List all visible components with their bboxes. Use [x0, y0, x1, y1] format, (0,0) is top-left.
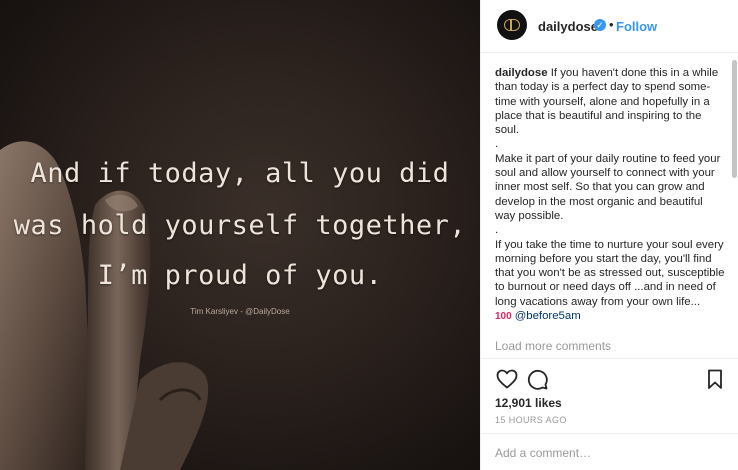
bookmark-icon[interactable]: [703, 367, 727, 391]
caption-separator: .: [495, 138, 499, 151]
caption-separator: .: [495, 224, 499, 237]
hundred-emoji-icon: 100: [495, 311, 512, 323]
logo-icon: [504, 19, 520, 31]
caption: dailydose If you haven't done this in a …: [495, 66, 725, 346]
divider: [481, 358, 738, 359]
post-image: And if today, all you did was hold yours…: [0, 0, 480, 470]
quote-line: And if today, all you did: [30, 158, 450, 189]
caption-paragraph: Make it part of your daily routine to fe…: [495, 152, 721, 222]
caption-username-link[interactable]: dailydose: [495, 67, 548, 79]
post-header: dailydose ✓ • Follow: [481, 0, 738, 53]
mention-link[interactable]: @before5am: [515, 310, 581, 322]
load-more-comments-button[interactable]: Load more comments: [495, 339, 611, 353]
divider: [481, 433, 738, 434]
separator-dot: •: [609, 17, 614, 32]
post-side-panel: dailydose ✓ • Follow dailydose If you ha…: [480, 0, 738, 470]
avatar[interactable]: [497, 10, 527, 40]
action-bar: [481, 367, 738, 395]
caption-paragraph: If you take the time to nurture your sou…: [495, 238, 725, 308]
scrollbar[interactable]: [732, 60, 737, 178]
comment-icon[interactable]: [525, 367, 549, 391]
quote-line: was hold yourself together,: [13, 210, 467, 241]
heart-icon[interactable]: [495, 367, 519, 391]
instagram-post-modal: And if today, all you did was hold yours…: [0, 0, 738, 470]
quote-line: I’m proud of you.: [97, 260, 383, 291]
username-link[interactable]: dailydose: [538, 19, 598, 34]
add-comment-input[interactable]: [495, 446, 725, 460]
timestamp[interactable]: 15 HOURS AGO: [495, 415, 567, 425]
like-count[interactable]: 12,901 likes: [495, 396, 562, 410]
follow-button[interactable]: Follow: [616, 19, 657, 34]
image-credit: Tim Karsliyev - @DailyDose: [190, 307, 290, 316]
verified-badge-icon: ✓: [594, 19, 606, 31]
